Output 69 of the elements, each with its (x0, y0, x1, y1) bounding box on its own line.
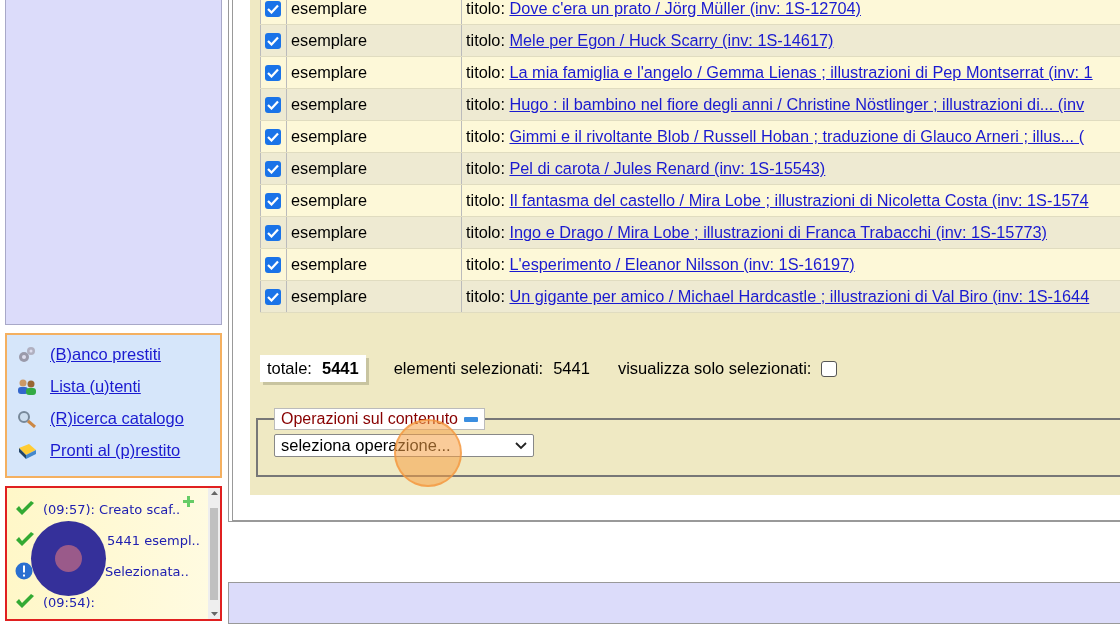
title-label: titolo: (466, 127, 505, 145)
title-link[interactable]: Il fantasma del castello / Mira Lobe ; illustrazioni di Nicoletta Costa (inv: 1S-1574 (509, 191, 1089, 209)
scrollbar[interactable] (208, 488, 220, 619)
log-message[interactable]: Selezionata.. (105, 563, 189, 579)
log-message[interactable]: 5441 esempl.. (107, 532, 200, 548)
title-label: titolo: (466, 63, 505, 81)
checkbox[interactable] (265, 288, 281, 305)
table-cell: esemplare (291, 0, 368, 17)
table-cell: esemplare (291, 95, 368, 113)
check-icon (15, 501, 35, 517)
title-label: titolo: (466, 95, 505, 113)
title-link[interactable]: Gimmi e il rivoltante Blob / Russell Hoban ; traduzione di Glauco Arneri ; illus... ( (509, 127, 1085, 145)
selected-label: elementi selezionati: (393, 359, 544, 378)
title-label: titolo: (466, 0, 505, 17)
nav-link[interactable]: Lista (u)tenti (50, 377, 141, 396)
title-link[interactable]: Un gigante per amico / Michael Hardcastle ; illustrazioni di Val Biro (inv: 1S-1644 (509, 287, 1090, 305)
book-icon (17, 441, 37, 460)
checkbox[interactable] (265, 160, 281, 177)
checkbox[interactable] (265, 96, 281, 113)
table-cell: esemplare (291, 127, 368, 145)
check-icon (15, 594, 35, 610)
checkbox[interactable] (265, 128, 281, 145)
total-label: totale: (267, 359, 312, 378)
table-cell: esemplare (291, 159, 368, 177)
table-cell: esemplare (291, 223, 368, 241)
checkbox[interactable] (265, 224, 281, 241)
users-icon (17, 377, 37, 396)
title-label: titolo: (466, 31, 505, 49)
table-cell: esemplare (291, 191, 368, 209)
title-link[interactable]: Pel di carota / Jules Renard (inv: 1S-15543) (509, 159, 826, 177)
checkbox[interactable] (265, 256, 281, 273)
title-label: titolo: (466, 191, 505, 209)
chevron-down-icon (515, 441, 527, 450)
title-link[interactable]: L'esperimento / Eleanor Nilsson (inv: 1S-16197) (509, 255, 855, 273)
title-link[interactable]: Dove c'era un prato / Jörg Müller (inv: 1S-12704) (509, 0, 861, 17)
log-message[interactable]: (09:57): Creato scaf.. (43, 501, 181, 517)
scroll-up-icon[interactable] (210, 490, 218, 495)
check-icon (15, 532, 35, 548)
title-link[interactable]: Hugo : il bambino nel fiore degli anni / Christine Nöstlinger ; illustrazioni di... (inv (509, 95, 1085, 113)
info-icon (15, 562, 33, 580)
title-link[interactable]: Mele per Egon / Huck Scarry (inv: 1S-14617) (509, 31, 834, 49)
title-label: titolo: (466, 223, 505, 241)
nav-link[interactable]: (B)anco prestiti (50, 345, 161, 364)
title-link[interactable]: Ingo e Drago / Mira Lobe ; illustrazioni di Franca Trabacchi (inv: 1S-15773) (509, 223, 1047, 241)
checkbox[interactable] (265, 64, 281, 81)
scroll-down-icon[interactable] (210, 612, 218, 617)
table-cell: esemplare (291, 255, 368, 273)
title-label: titolo: (466, 287, 505, 305)
filter-label: visualizza solo selezionati: (617, 359, 812, 378)
table-cell: esemplare (291, 63, 368, 81)
search-icon (17, 409, 37, 428)
operation-select[interactable]: seleziona operazione... (274, 434, 534, 457)
checkbox[interactable] (821, 360, 838, 377)
legend-text: Operazioni sul contenuto (281, 410, 458, 428)
nav-link[interactable]: (R)icerca catalogo (50, 409, 184, 428)
table-cell: esemplare (291, 31, 368, 49)
nav-link[interactable]: Pronti al (p)restito (50, 441, 181, 460)
checkbox[interactable] (265, 0, 281, 17)
selected-count: 5441 (553, 359, 590, 378)
title-link[interactable]: La mia famiglia e l'angelo / Gemma Lienas ; illustrazioni di Pep Montserrat (inv: 1 (509, 63, 1093, 81)
collapse-icon[interactable] (464, 416, 478, 422)
title-label: titolo: (466, 255, 505, 273)
title-label: titolo: (466, 159, 505, 177)
total-value: 5441 (321, 359, 359, 378)
table-cell: esemplare (291, 287, 368, 305)
log-message[interactable]: (09:54): (43, 594, 95, 610)
checkbox[interactable] (265, 192, 281, 209)
gears-icon (17, 345, 37, 364)
checkbox[interactable] (265, 32, 281, 49)
